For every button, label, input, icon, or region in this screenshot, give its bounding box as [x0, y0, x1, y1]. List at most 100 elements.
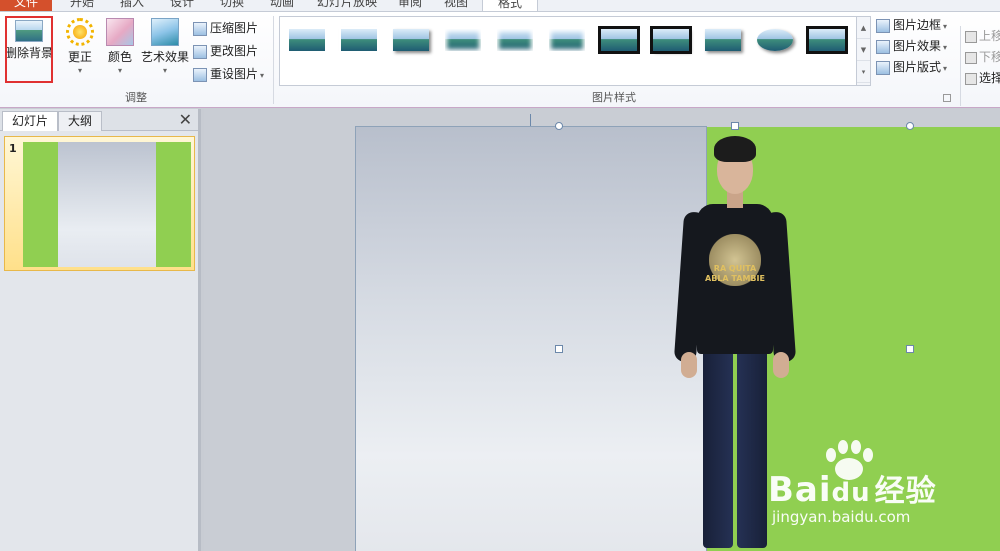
ribbon-tab-row: 文件 开始 插入 设计 切换 动画 幻灯片放映 审阅 视图 格式 — [0, 0, 1000, 12]
tab-insert[interactable]: 插入 — [112, 0, 152, 11]
send-backward-button[interactable]: 下移 — [965, 47, 1000, 67]
effects-icon — [876, 39, 890, 54]
selection-pane-label: 选择 — [979, 71, 1000, 85]
color-button[interactable]: 颜色 ▾ — [102, 18, 138, 75]
gallery-up-icon[interactable]: ▲ — [857, 17, 870, 39]
send-backward-icon — [965, 51, 977, 64]
style-thumb-drop-shadow[interactable] — [701, 25, 745, 55]
annotation-highlight-box — [5, 16, 53, 83]
tab-home[interactable]: 开始 — [62, 0, 102, 11]
tab-outline[interactable]: 大纲 — [58, 111, 103, 131]
slide-pane: 幻灯片 大纲 ✕ 1 — [0, 109, 201, 551]
rotation-connector — [530, 114, 531, 126]
tab-file[interactable]: 文件 — [0, 0, 52, 11]
corrections-button[interactable]: 更正 ▾ — [62, 18, 98, 75]
tab-transitions[interactable]: 切换 — [212, 0, 252, 11]
reset-icon — [193, 67, 207, 82]
watermark-url: jingyan.baidu.com — [772, 508, 911, 526]
style-thumb-thick-frame[interactable] — [805, 25, 849, 55]
resize-handle-right[interactable] — [906, 345, 914, 353]
watermark: Baidu 经验 jingyan.baidu.com — [760, 440, 990, 530]
picture-styles-gallery: ▲ ▼ ▾ — [279, 16, 871, 86]
artistic-effects-label: 艺术效果 — [141, 50, 190, 64]
send-backward-label: 下移 — [979, 50, 1000, 64]
close-icon[interactable]: ✕ — [179, 111, 192, 129]
picture-border-label: 图片边框 — [893, 18, 942, 32]
reset-picture-button[interactable]: 重设图片 ▾ — [193, 63, 264, 85]
artistic-effects-button[interactable]: 艺术效果 ▾ — [141, 18, 189, 75]
compress-pictures-button[interactable]: 压缩图片 — [193, 17, 258, 39]
corrections-label: 更正 — [67, 50, 92, 64]
chevron-down-icon: ▾ — [162, 66, 167, 75]
style-thumb-soft[interactable] — [441, 25, 485, 55]
chevron-down-icon: ▾ — [117, 66, 122, 75]
pencil-icon — [876, 18, 890, 33]
slide-thumbnail-1[interactable] — [4, 136, 195, 271]
tab-slideshow[interactable]: 幻灯片放映 — [310, 0, 384, 11]
group-label-picture-styles: 图片样式 — [592, 91, 636, 104]
tab-slides[interactable]: 幻灯片 — [2, 111, 59, 131]
color-label: 颜色 — [107, 50, 132, 64]
bring-forward-icon — [965, 30, 977, 43]
layout-icon — [876, 60, 890, 75]
resize-handle-top-left[interactable] — [555, 122, 563, 130]
left-leg — [703, 348, 733, 548]
group-label-adjust: 调整 — [125, 91, 147, 104]
change-picture-button[interactable]: 更改图片 — [193, 40, 258, 62]
sun-icon — [66, 18, 94, 46]
compress-label: 压缩图片 — [210, 21, 259, 35]
shirt-text-line-2: ABLA TAMBIE — [705, 274, 765, 283]
slide-number: 1 — [9, 142, 17, 155]
right-hand — [773, 352, 789, 378]
style-thumb-shadow[interactable] — [389, 25, 433, 55]
watermark-brand: Baidu 经验 — [768, 466, 937, 510]
dialog-launcher-icon[interactable] — [943, 94, 951, 102]
bring-forward-button[interactable]: 上移 — [965, 26, 1000, 46]
tab-format[interactable]: 格式 — [482, 0, 538, 11]
tab-view[interactable]: 视图 — [436, 0, 476, 11]
slide-thumbnail-preview — [23, 142, 191, 267]
chevron-down-icon: ▾ — [77, 66, 82, 75]
selection-pane-button[interactable]: 选择 — [965, 68, 1000, 88]
gallery-more-icon[interactable]: ▾ — [857, 61, 870, 83]
tab-review[interactable]: 审阅 — [390, 0, 430, 11]
resize-handle-top-right[interactable] — [906, 122, 914, 130]
style-thumb-black-frame[interactable] — [597, 25, 641, 55]
picture-effects-label: 图片效果 — [893, 39, 942, 53]
reset-picture-label: 重设图片 — [210, 67, 259, 81]
gallery-down-icon[interactable]: ▼ — [857, 39, 870, 61]
shirt-text-line-1: RA QUITA — [713, 264, 757, 273]
picture-layout-button[interactable]: 图片版式 ▾ — [876, 56, 947, 78]
gallery-scroll: ▲ ▼ ▾ — [856, 17, 870, 85]
style-thumb-oval[interactable] — [753, 25, 797, 55]
chevron-down-icon: ▾ — [943, 43, 948, 52]
rotation-handle[interactable] — [731, 122, 739, 130]
style-thumb-simple[interactable] — [285, 25, 329, 55]
picture-effects-button[interactable]: 图片效果 ▾ — [876, 35, 947, 57]
color-icon — [106, 18, 134, 46]
picture-border-button[interactable]: 图片边框 ▾ — [876, 14, 947, 36]
style-thumb-soft-edge[interactable] — [545, 25, 589, 55]
compress-icon — [193, 21, 207, 36]
selection-pane-icon — [965, 72, 977, 85]
arrange-group: 上移 下移 选择 — [960, 26, 1000, 106]
artistic-effects-icon — [151, 18, 179, 46]
style-thumb-black-shadow[interactable] — [649, 25, 693, 55]
resize-handle-left[interactable] — [555, 345, 563, 353]
watermark-brand-bai: Bai — [768, 470, 832, 510]
chevron-down-icon: ▾ — [260, 71, 265, 80]
watermark-brand-jingyan: 经验 — [874, 474, 937, 509]
selected-picture[interactable] — [355, 126, 707, 551]
bring-forward-label: 上移 — [979, 29, 1000, 43]
tab-animations[interactable]: 动画 — [262, 0, 302, 11]
picture-layout-label: 图片版式 — [893, 60, 942, 74]
left-hand — [681, 352, 697, 378]
change-picture-label: 更改图片 — [210, 44, 259, 58]
style-thumb-white-frame[interactable] — [337, 25, 381, 55]
slide-pane-tabs: 幻灯片 大纲 ✕ — [0, 109, 198, 131]
chevron-down-icon: ▾ — [943, 22, 948, 31]
thumbnail-photo — [58, 142, 156, 267]
tab-design[interactable]: 设计 — [162, 0, 202, 11]
style-thumb-reflected[interactable] — [493, 25, 537, 55]
chevron-down-icon: ▾ — [943, 64, 948, 73]
